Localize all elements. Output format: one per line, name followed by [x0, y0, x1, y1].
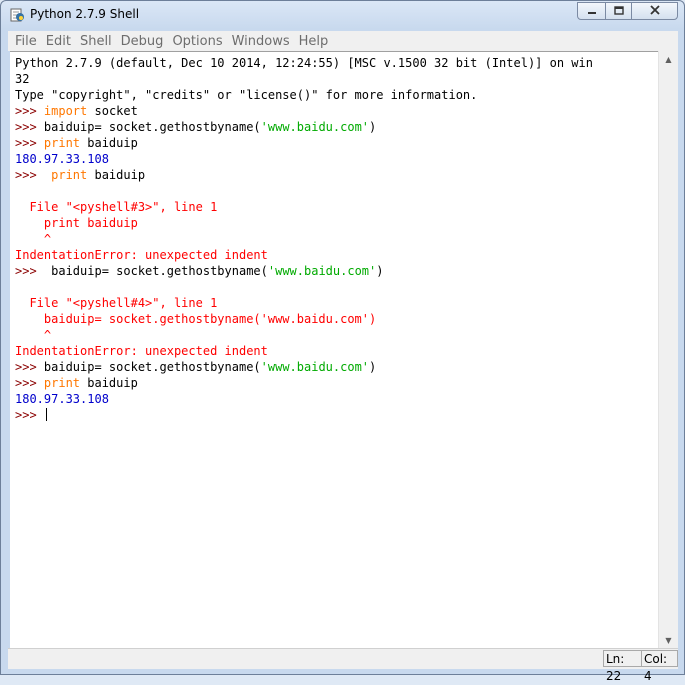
close-button[interactable]	[631, 2, 678, 20]
text-cursor	[45, 408, 47, 421]
shell-line: baiduip= socket.gethostbyname('www.baidu…	[15, 311, 593, 327]
shell-text: Python 2.7.9 (default, Dec 10 2014, 12:2…	[15, 56, 593, 70]
shell-text: Type "copyright", "credits" or "license(…	[15, 88, 478, 102]
shell-line: >>> import socket	[15, 103, 593, 119]
shell-window: Python 2.7.9 Shell File Edit Shell Debug…	[0, 0, 685, 683]
shell-line: >>> baiduip= socket.gethostbyname('www.b…	[15, 119, 593, 135]
shell-line: IndentationError: unexpected indent	[15, 343, 593, 359]
shell-line: ^	[15, 327, 593, 343]
maximize-button[interactable]	[605, 2, 632, 20]
shell-text: 'www.baidu.com'	[260, 120, 370, 134]
shell-line: 180.97.33.108	[15, 391, 593, 407]
shell-line: >>>	[15, 407, 593, 423]
shell-text: )	[376, 264, 384, 278]
shell-line: IndentationError: unexpected indent	[15, 247, 593, 263]
shell-prompt: >>>	[15, 120, 44, 134]
vertical-scrollbar[interactable]: ▲ ▼	[658, 51, 678, 648]
shell-text: )	[369, 360, 377, 374]
maximize-icon	[613, 5, 624, 18]
shell-text: print	[43, 376, 81, 390]
shell-text: 32	[15, 72, 30, 86]
shell-prompt: >>>	[15, 264, 52, 278]
window-title: Python 2.7.9 Shell	[30, 7, 140, 21]
shell-line: >>> baiduip= socket.gethostbyname('www.b…	[15, 359, 593, 375]
menu-edit[interactable]: Edit	[39, 34, 71, 49]
shell-text: baiduip= socket.gethostbyname(	[43, 360, 261, 374]
shell-prompt: >>>	[15, 360, 44, 374]
shell-text: baiduip	[80, 376, 138, 390]
shell-line: >>> print baiduip	[15, 135, 593, 151]
minimize-button[interactable]	[577, 2, 606, 20]
shell-line: 180.97.33.108	[15, 151, 593, 167]
scroll-up-button[interactable]: ▲	[659, 51, 678, 67]
shell-text: baiduip= socket.gethostbyname(	[51, 264, 268, 278]
menu-bar: File Edit Shell Debug Options Windows He…	[8, 31, 678, 51]
menu-debug[interactable]: Debug	[114, 34, 164, 49]
shell-line: ^	[15, 231, 593, 247]
shell-text: baiduip= socket.gethostbyname('www.baidu…	[15, 312, 377, 326]
menu-options[interactable]: Options	[165, 34, 222, 49]
menu-windows[interactable]: Windows	[225, 34, 290, 49]
menu-file[interactable]: File	[8, 34, 37, 49]
minimize-icon	[587, 5, 597, 18]
shell-text: print	[43, 136, 81, 150]
shell-text: 'www.baidu.com'	[267, 264, 377, 278]
shell-line: File "<pyshell#4>", line 1	[15, 295, 593, 311]
shell-text: ^	[15, 232, 52, 246]
shell-text: IndentationError: unexpected indent	[15, 248, 268, 262]
shell-text: 180.97.33.108	[15, 392, 109, 406]
shell-text: File "<pyshell#4>", line 1	[15, 296, 218, 310]
menu-help[interactable]: Help	[292, 34, 329, 49]
shell-text: 'www.baidu.com'	[260, 360, 370, 374]
shell-text: baiduip= socket.gethostbyname(	[43, 120, 261, 134]
title-bar[interactable]: Python 2.7.9 Shell	[1, 1, 684, 29]
menu-shell[interactable]: Shell	[73, 34, 112, 49]
line-number-status: Ln: 22	[603, 650, 642, 683]
scroll-up-icon: ▲	[665, 54, 672, 64]
shell-text: print baiduip	[15, 216, 138, 230]
shell-text: ^	[15, 328, 52, 342]
shell-line: Python 2.7.9 (default, Dec 10 2014, 12:2…	[15, 55, 593, 71]
shell-text: print	[51, 168, 88, 182]
shell-prompt: >>>	[15, 376, 44, 390]
shell-line: >>> print baiduip	[15, 375, 593, 391]
shell-text: socket	[87, 104, 138, 118]
shell-text: File "<pyshell#3>", line 1	[15, 200, 218, 214]
scroll-down-button[interactable]: ▼	[659, 632, 678, 648]
shell-text: IndentationError: unexpected indent	[15, 344, 268, 358]
shell-line: >>> print baiduip	[15, 167, 593, 183]
shell-line: Type "copyright", "credits" or "license(…	[15, 87, 593, 103]
shell-prompt: >>>	[15, 168, 52, 182]
shell-line: 32	[15, 71, 593, 87]
shell-text: )	[369, 120, 377, 134]
shell-text: import	[43, 104, 88, 118]
shell-line: print baiduip	[15, 215, 593, 231]
shell-prompt: >>>	[15, 104, 44, 118]
shell-line: File "<pyshell#3>", line 1	[15, 199, 593, 215]
python-shell-icon	[9, 7, 25, 23]
shell-prompt: >>>	[15, 408, 44, 422]
status-bar: Ln: 22 Col: 4	[8, 648, 678, 683]
scroll-down-icon: ▼	[665, 635, 672, 645]
shell-output: Python 2.7.9 (default, Dec 10 2014, 12:2…	[15, 55, 593, 423]
shell-text: 180.97.33.108	[15, 152, 109, 166]
column-number-status: Col: 4	[641, 650, 678, 683]
shell-line: >>> baiduip= socket.gethostbyname('www.b…	[15, 263, 593, 279]
shell-text: baiduip	[80, 136, 138, 150]
close-icon	[649, 4, 660, 18]
shell-prompt: >>>	[15, 136, 44, 150]
shell-text-area[interactable]: Python 2.7.9 (default, Dec 10 2014, 12:2…	[10, 51, 658, 649]
shell-text: baiduip	[87, 168, 146, 182]
